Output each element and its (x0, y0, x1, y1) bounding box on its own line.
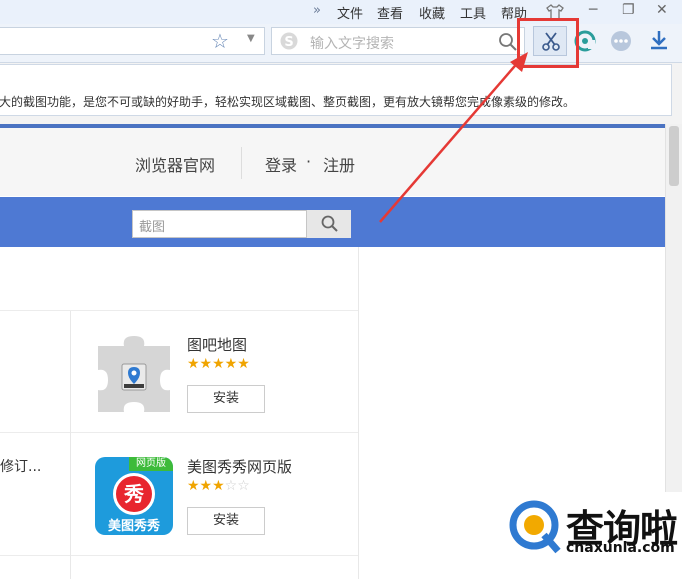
menu-tools[interactable]: 工具 (460, 3, 486, 22)
rating-stars: ★★★☆☆ (187, 478, 250, 494)
row-divider (0, 310, 358, 311)
rating-stars: ★★★★★ (187, 356, 250, 372)
link-separator: · (306, 152, 312, 171)
header-divider (241, 147, 242, 179)
column-divider (358, 247, 359, 579)
scrollbar-thumb[interactable] (669, 126, 679, 186)
meitu-logo-text: 美图秀秀 (107, 519, 160, 534)
download-icon[interactable] (647, 28, 671, 52)
search-engine-logo-icon[interactable]: S (278, 31, 300, 51)
search-icon (321, 215, 338, 232)
annotation-arrow-icon (379, 52, 528, 223)
extension-description-panel: 大的截图功能，是您不可或缺的好助手，轻松实现区域截图、整页截图，更有放大镜帮您完… (0, 64, 672, 116)
watermark-q-logo-icon (509, 500, 561, 554)
page-header: 浏览器官网 登录 · 注册 (0, 128, 665, 196)
close-button[interactable]: ✕ (656, 2, 668, 18)
app-name[interactable]: 美图秀秀网页版 (187, 456, 292, 477)
menu-favorites[interactable]: 收藏 (419, 3, 445, 22)
register-link[interactable]: 注册 (323, 152, 355, 176)
web-version-badge: 网页版 (129, 457, 173, 471)
login-link[interactable]: 登录 (265, 152, 297, 176)
site-search-value: 截图 (139, 220, 166, 235)
install-button[interactable]: 安装 (187, 385, 265, 413)
cell-divider (70, 311, 71, 579)
puzzle-extension-icon[interactable] (94, 334, 174, 414)
official-site-link[interactable]: 浏览器官网 (135, 152, 215, 176)
truncated-description: 修订... (0, 459, 42, 475)
more-menu-chevron[interactable]: » (313, 3, 321, 18)
row-divider (0, 432, 358, 433)
minimize-button[interactable]: ─ (589, 2, 597, 18)
favorite-star-icon[interactable]: ☆ (211, 29, 229, 53)
menu-file[interactable]: 文件 (337, 3, 363, 22)
meitu-app-icon[interactable]: 网页版 秀 美图秀秀 (95, 457, 173, 535)
app-name[interactable]: 图吧地图 (187, 334, 247, 355)
watermark-url: chaxunla.com (566, 540, 675, 556)
row-divider (0, 555, 358, 556)
install-button[interactable]: 安装 (187, 507, 265, 535)
site-search-button[interactable] (306, 210, 351, 238)
address-dropdown-icon[interactable]: ▼ (247, 33, 255, 44)
svg-text:S: S (284, 35, 293, 50)
search-icon[interactable] (498, 32, 518, 52)
more-options-icon[interactable] (609, 29, 633, 53)
restore-button[interactable]: ❐ (622, 2, 635, 18)
meitu-logo-circle: 秀 (113, 473, 155, 515)
menu-view[interactable]: 查看 (377, 3, 403, 22)
